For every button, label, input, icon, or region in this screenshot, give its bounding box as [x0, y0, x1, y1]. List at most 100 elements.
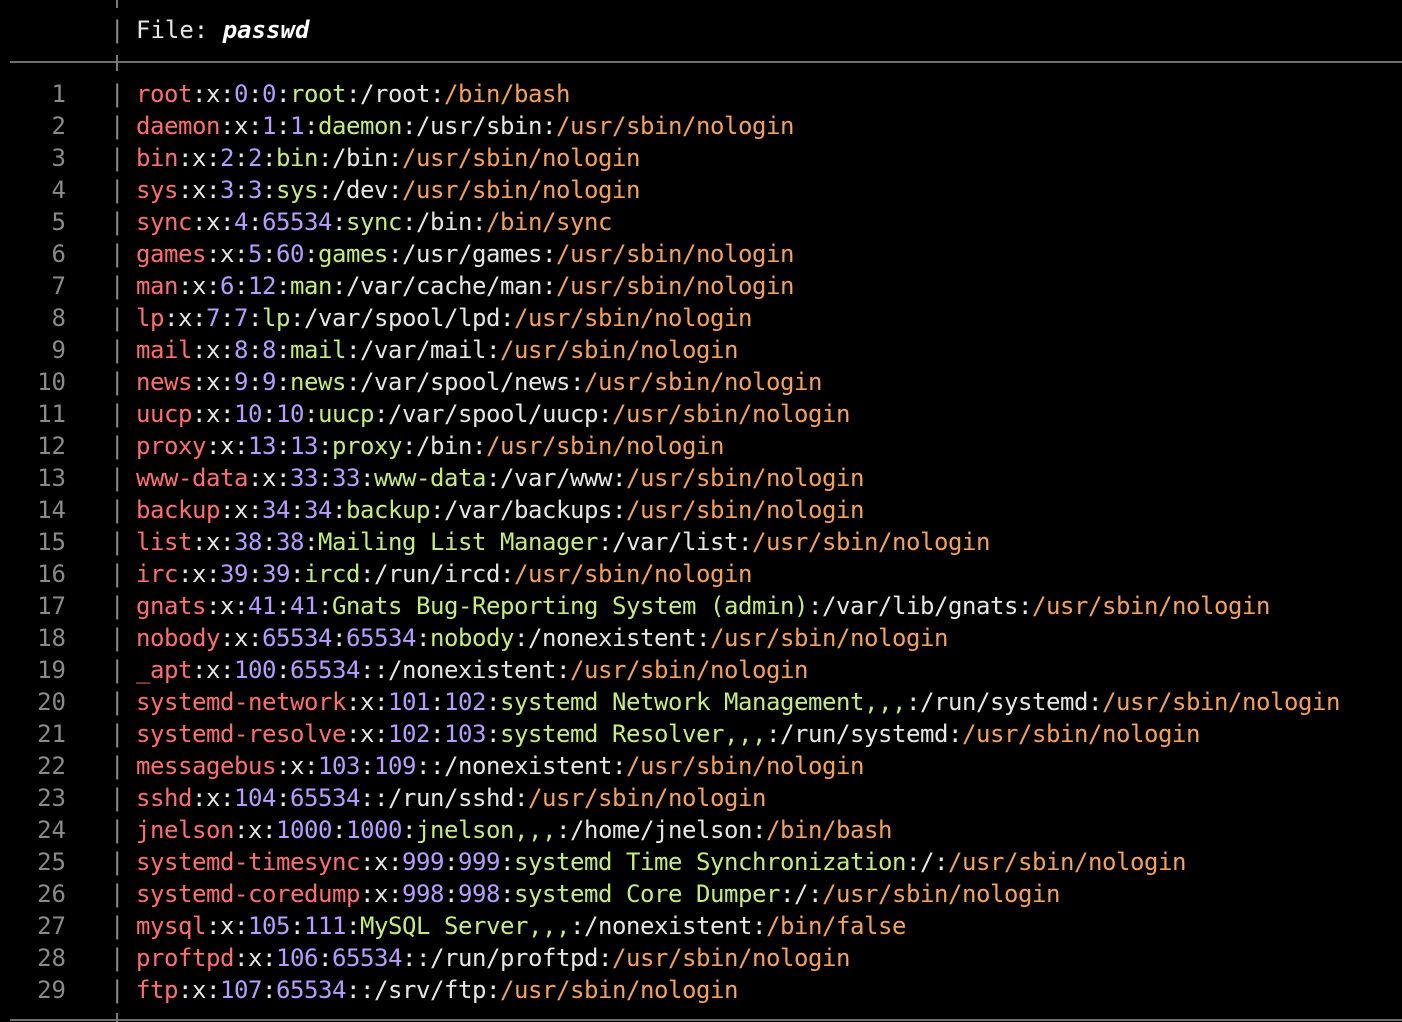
home-dir-field: /var/backups — [444, 496, 612, 524]
line-number: 21 — [37, 720, 66, 748]
field-delimiter: : — [206, 976, 220, 1004]
gutter-separator: | — [110, 16, 125, 44]
gecos-field: Mailing List Manager — [318, 528, 598, 556]
uid-field: 105 — [248, 912, 290, 940]
field-delimiter: : — [1087, 688, 1102, 716]
uid-field: 107 — [220, 976, 262, 1004]
username-field: bin — [136, 144, 178, 172]
home-dir-field: /dev — [332, 176, 388, 204]
field-delimiter: : — [262, 400, 276, 428]
shell-field: /usr/sbin/nologin — [514, 304, 752, 332]
field-delimiter: : — [360, 560, 374, 588]
file-header: | File: passwd — [0, 0, 1402, 60]
username-field: lp — [136, 304, 164, 332]
field-delimiter: : — [388, 144, 402, 172]
gid-field: 65534 — [346, 624, 416, 652]
home-dir-field: /var/spool/news — [360, 368, 570, 396]
field-delimiter: : — [206, 176, 220, 204]
field-delimiter: : — [612, 496, 626, 524]
line-content: jnelson:x:1000:1000:jnelson,,,:/home/jne… — [136, 814, 892, 846]
gecos-field: systemd Resolver,,, — [500, 720, 766, 748]
shell-field: /usr/sbin/nologin — [556, 272, 794, 300]
line-number: 6 — [51, 240, 66, 268]
line-content: mail:x:8:8:mail:/var/mail:/usr/sbin/nolo… — [136, 334, 738, 366]
gutter-separator: | — [110, 368, 125, 396]
field-delimiter: : — [276, 272, 290, 300]
gid-field: 60 — [276, 240, 304, 268]
line-content: irc:x:39:39:ircd:/run/ircd:/usr/sbin/nol… — [136, 558, 752, 590]
field-delimiter: : — [248, 560, 262, 588]
gutter-separator: | — [110, 592, 125, 620]
field-delimiter: : — [192, 528, 206, 556]
gutter-separator: | — [110, 208, 125, 236]
file-label-prefix: File: — [136, 16, 223, 44]
line-content: gnats:x:41:41:Gnats Bug-Reporting System… — [136, 590, 1270, 622]
gecos-field: games — [318, 240, 388, 268]
uid-field: 999 — [402, 848, 444, 876]
home-dir-field: /usr/games — [402, 240, 542, 268]
uid-field: 1 — [262, 112, 276, 140]
field-delimiter: : — [360, 656, 374, 684]
password-field: x — [290, 752, 304, 780]
field-delimiter: : — [318, 944, 332, 972]
header-divider — [10, 61, 1402, 63]
gecos-field: sync — [346, 208, 402, 236]
line-number: 3 — [51, 144, 66, 172]
shell-field: /usr/sbin/nologin — [1031, 592, 1270, 620]
gutter-separator: | — [110, 976, 125, 1004]
line-number: 2 — [51, 112, 66, 140]
home-dir-field: /nonexistent — [388, 656, 556, 684]
field-delimiter: : — [248, 624, 262, 652]
field-delimiter: : — [192, 208, 206, 236]
gid-field: 3 — [248, 176, 262, 204]
home-dir-field: /run/sshd — [388, 784, 514, 812]
field-delimiter: : — [486, 720, 500, 748]
home-dir-field: /var/www — [500, 464, 612, 492]
shell-field: /bin/bash — [444, 80, 570, 108]
field-delimiter: : — [598, 528, 612, 556]
password-field: x — [234, 112, 248, 140]
line-content: messagebus:x:103:109::/nonexistent:/usr/… — [136, 750, 864, 782]
gutter-divider-tick — [116, 0, 118, 8]
gecos-field: ircd — [304, 560, 360, 588]
field-delimiter: : — [514, 784, 528, 812]
username-field: backup — [136, 496, 220, 524]
file-line: 1 | root:x:0:0:root:/root:/bin/bash — [0, 78, 1402, 110]
field-delimiter: : — [248, 80, 262, 108]
gid-field: 13 — [290, 432, 318, 460]
password-field: x — [248, 816, 262, 844]
field-delimiter: : — [360, 784, 374, 812]
line-content: sync:x:4:65534:sync:/bin:/bin/sync — [136, 206, 612, 238]
field-delimiter: : — [276, 592, 290, 620]
username-field: proxy — [136, 432, 206, 460]
field-delimiter: : — [752, 816, 766, 844]
gutter-separator: | — [110, 784, 125, 812]
file-line: 2 | daemon:x:1:1:daemon:/usr/sbin:/usr/sbi… — [0, 110, 1402, 142]
username-field: sync — [136, 208, 192, 236]
username-field: list — [136, 528, 192, 556]
field-delimiter: : — [346, 80, 360, 108]
field-delimiter: : — [374, 656, 388, 684]
field-delimiter: : — [332, 272, 346, 300]
line-number: 20 — [37, 688, 66, 716]
gid-field: 1 — [290, 112, 304, 140]
username-field: uucp — [136, 400, 192, 428]
uid-field: 8 — [234, 336, 248, 364]
shell-field: /usr/sbin/nologin — [612, 400, 850, 428]
password-field: x — [220, 912, 234, 940]
field-delimiter: : — [276, 368, 290, 396]
field-delimiter: : — [206, 144, 220, 172]
field-delimiter: : — [164, 304, 178, 332]
shell-field: /usr/sbin/nologin — [710, 624, 948, 652]
line-number: 29 — [37, 976, 66, 1004]
field-delimiter: : — [766, 720, 780, 748]
field-delimiter: : — [262, 528, 276, 556]
field-delimiter: : — [948, 720, 962, 748]
username-field: news — [136, 368, 192, 396]
gutter-separator: | — [110, 656, 125, 684]
uid-field: 10 — [234, 400, 262, 428]
file-line: 24 | jnelson:x:1000:1000:jnelson,,,:/home/… — [0, 814, 1402, 846]
shell-field: /usr/sbin/nologin — [556, 112, 794, 140]
field-delimiter: : — [276, 80, 290, 108]
line-number: 1 — [51, 80, 66, 108]
